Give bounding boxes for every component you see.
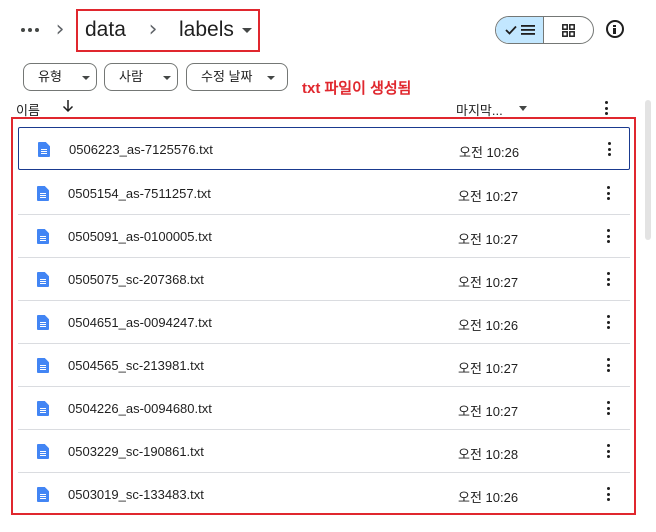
arrow-drop-down-icon (82, 76, 90, 80)
file-name[interactable]: 0504565_sc-213981.txt (68, 358, 204, 373)
chevron-right-icon: › (148, 17, 158, 42)
text-document-icon (38, 142, 50, 157)
grid-view-icon (562, 23, 575, 37)
more-vert-icon[interactable] (606, 229, 610, 243)
file-modified-time: 오전 10:27 (458, 232, 519, 247)
column-header: 이름 마지막... (0, 96, 640, 118)
text-document-icon (37, 272, 49, 287)
breadcrumb-labels[interactable]: labels (179, 17, 234, 43)
more-vert-icon[interactable] (606, 186, 610, 200)
file-name[interactable]: 0503019_sc-133483.txt (68, 487, 204, 502)
list-view-button[interactable] (496, 17, 545, 43)
scrollbar-thumb[interactable] (645, 100, 651, 240)
text-document-icon (37, 358, 49, 373)
file-name[interactable]: 0503229_sc-190861.txt (68, 444, 204, 459)
file-modified-time: 오전 10:27 (458, 189, 519, 204)
file-row[interactable]: 0505091_as-0100005.txt 오전 10:27 (18, 215, 630, 258)
chevron-right-icon: › (55, 17, 65, 42)
file-name[interactable]: 0505154_as-7511257.txt (68, 186, 211, 201)
file-row[interactable]: 0506223_as-7125576.txt 오전 10:26 (18, 127, 630, 170)
file-row[interactable]: 0505154_as-7511257.txt 오전 10:27 (18, 172, 630, 215)
file-list: 0506223_as-7125576.txt 오전 10:26 0505154_as… (11, 117, 636, 515)
arrow-drop-down-icon[interactable] (242, 28, 252, 33)
file-row[interactable]: 0503019_sc-133483.txt 오전 10:26 (18, 473, 630, 513)
text-document-icon (37, 315, 49, 330)
filter-type-chip[interactable]: 유형 (23, 63, 97, 91)
text-document-icon (37, 401, 49, 416)
grid-view-button[interactable] (544, 17, 593, 43)
text-document-icon (37, 229, 49, 244)
file-modified-time: 오전 10:27 (458, 275, 519, 290)
arrow-drop-down-icon (267, 76, 275, 80)
file-modified-time: 오전 10:26 (458, 490, 519, 505)
file-row[interactable]: 0505075_sc-207368.txt 오전 10:27 (18, 258, 630, 301)
list-view-icon (520, 25, 535, 35)
file-name[interactable]: 0504226_as-0094680.txt (68, 401, 212, 416)
top-bar: › data › labels (0, 0, 656, 58)
arrow-down-icon[interactable] (62, 99, 74, 113)
file-modified-time: 오전 10:28 (458, 447, 519, 462)
more-vert-icon[interactable] (607, 142, 611, 156)
more-vert-icon[interactable] (606, 444, 610, 458)
more-vert-icon[interactable] (606, 358, 610, 372)
filter-modified-chip[interactable]: 수정 날짜 (186, 63, 288, 91)
text-document-icon (37, 186, 49, 201)
scrollbar[interactable] (642, 96, 654, 532)
filter-people-label: 사람 (119, 69, 143, 84)
more-vert-icon[interactable] (606, 401, 610, 415)
file-row[interactable]: 0503229_sc-190861.txt 오전 10:28 (18, 430, 630, 473)
more-vert-icon[interactable] (604, 101, 608, 115)
more-vert-icon[interactable] (606, 487, 610, 501)
file-modified-time: 오전 10:26 (459, 145, 520, 160)
info-icon[interactable] (606, 20, 624, 38)
file-name[interactable]: 0504651_as-0094247.txt (68, 315, 212, 330)
text-document-icon (37, 487, 49, 502)
file-modified-time: 오전 10:27 (458, 404, 519, 419)
file-modified-time: 오전 10:26 (458, 318, 519, 333)
file-row[interactable]: 0504651_as-0094247.txt 오전 10:26 (18, 301, 630, 344)
view-toggle[interactable] (495, 16, 594, 44)
more-horiz-icon[interactable] (18, 18, 42, 42)
filter-type-label: 유형 (38, 69, 62, 84)
more-vert-icon[interactable] (606, 315, 610, 329)
more-vert-icon[interactable] (606, 272, 610, 286)
file-name[interactable]: 0505091_as-0100005.txt (68, 229, 212, 244)
text-document-icon (37, 444, 49, 459)
arrow-drop-down-icon[interactable] (519, 106, 527, 111)
filter-modified-label: 수정 날짜 (201, 69, 253, 84)
file-row[interactable]: 0504565_sc-213981.txt 오전 10:27 (18, 344, 630, 387)
file-modified-time: 오전 10:27 (458, 361, 519, 376)
arrow-drop-down-icon (163, 76, 171, 80)
file-name[interactable]: 0506223_as-7125576.txt (69, 142, 213, 157)
annotation-label: txt 파일이 생성됨 (302, 80, 412, 97)
check-icon (504, 25, 517, 35)
file-row[interactable]: 0504226_as-0094680.txt 오전 10:27 (18, 387, 630, 430)
file-name[interactable]: 0505075_sc-207368.txt (68, 272, 204, 287)
breadcrumb-data[interactable]: data (85, 17, 126, 43)
filter-people-chip[interactable]: 사람 (104, 63, 178, 91)
